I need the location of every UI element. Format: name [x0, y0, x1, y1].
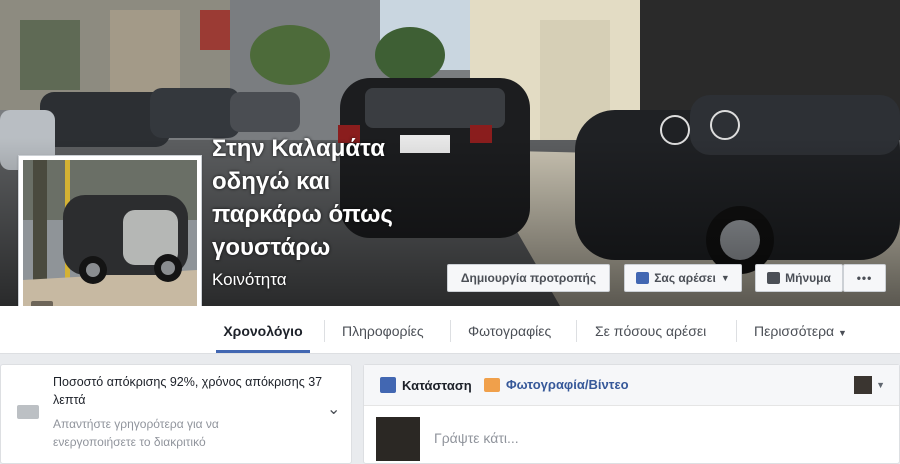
tab-likes[interactable]: Σε πόσους αρέσει: [595, 306, 706, 353]
tab-more-label: Περισσότερα: [754, 323, 835, 339]
more-icon: •••: [856, 271, 873, 285]
photo-tab-label: Φωτογραφία/Βίντεο: [506, 377, 629, 392]
tab-divider: [576, 320, 577, 342]
composer-header: Κατάσταση Φωτογραφία/Βίντεο ▼: [364, 365, 899, 406]
page-avatar-small: [854, 376, 873, 394]
tab-photos[interactable]: Φωτογραφίες: [468, 306, 551, 353]
message-icon: [767, 272, 781, 284]
response-rate-text: Ποσοστό απόκρισης 92%, χρόνος απόκρισης …: [53, 375, 323, 407]
caret-down-icon: ▼: [876, 380, 885, 390]
tab-about[interactable]: Πληροφορίες: [342, 306, 424, 353]
caret-down-icon: ▼: [720, 273, 730, 283]
chat-bubble-icon: [17, 405, 39, 419]
like-label: Σας αρέσει: [654, 271, 716, 285]
tab-divider: [736, 320, 737, 342]
response-rate-hint: Απαντήστε γρηγορότερα για να ενεργοποιήσ…: [53, 417, 219, 449]
message-button[interactable]: Μήνυμα: [755, 264, 843, 292]
tab-divider: [324, 320, 325, 342]
page-title[interactable]: Στην Καλαμάτα οδηγώ και παρκάρω όπως γου…: [212, 132, 427, 264]
create-call-to-action-label: Δημιουργία προτροπής: [460, 271, 597, 285]
chevron-down-icon[interactable]: ⌄: [327, 399, 340, 419]
page-category[interactable]: Κοινότητα: [212, 270, 287, 290]
more-options-button[interactable]: •••: [843, 264, 886, 292]
tab-more[interactable]: Περισσότερα ▼: [754, 306, 847, 353]
tab-timeline[interactable]: Χρονολόγιο: [216, 306, 310, 353]
response-rate-card: Ποσοστό απόκρισης 92%, χρόνος απόκρισης …: [0, 364, 352, 464]
like-button[interactable]: Σας αρέσει ▼: [624, 264, 742, 292]
page-avatar: [376, 417, 420, 461]
post-as-selector[interactable]: ▼: [854, 376, 885, 394]
photo-icon: [484, 377, 500, 392]
message-label: Μήνυμα: [785, 271, 831, 285]
pencil-icon: [380, 377, 396, 393]
composer-photo-tab[interactable]: Φωτογραφία/Βίντεο: [484, 377, 629, 392]
composer-status-tab[interactable]: Κατάσταση: [380, 377, 472, 393]
tab-divider: [450, 320, 451, 342]
post-composer: Κατάσταση Φωτογραφία/Βίντεο ▼ Γράψτε κάτ…: [363, 364, 900, 464]
create-call-to-action-button[interactable]: Δημιουργία προτροπής: [447, 264, 610, 292]
thumbs-up-icon: [636, 272, 650, 284]
page-navigation: Χρονολόγιο Πληροφορίες Φωτογραφίες Σε πό…: [0, 306, 900, 354]
caret-down-icon: ▼: [838, 328, 847, 338]
composer-input[interactable]: Γράψτε κάτι...: [434, 430, 519, 446]
status-tab-label: Κατάσταση: [402, 377, 472, 393]
